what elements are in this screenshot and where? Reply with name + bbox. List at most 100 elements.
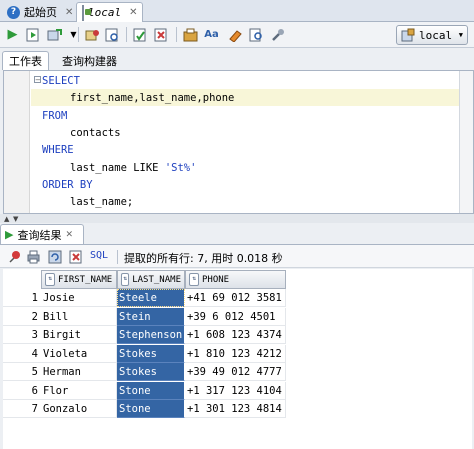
cell-phone[interactable]: +1 608 123 4374 xyxy=(185,326,286,344)
sql-line: last_name; xyxy=(70,196,134,208)
cancel-fetch-icon[interactable] xyxy=(67,247,86,266)
run-script-icon[interactable] xyxy=(23,25,42,44)
cell-last-name[interactable]: Stein xyxy=(117,307,185,326)
cell-phone[interactable]: +1 810 123 4212 xyxy=(185,344,286,363)
cell-last-name[interactable]: Stone xyxy=(117,381,185,400)
close-icon[interactable]: ✕ xyxy=(65,230,73,240)
erase-icon[interactable] xyxy=(225,25,244,44)
to-upper-icon[interactable]: Aa xyxy=(202,25,221,44)
result-toolbar: SQL 提取的所有行: 7, 用时 0.018 秒 xyxy=(0,244,474,268)
table-row[interactable]: 5 Herman Stokes +39 49 012 4777 xyxy=(3,363,286,381)
run-statement-icon[interactable]: ▶ xyxy=(3,25,22,44)
sql-line: first_name,last_name,phone xyxy=(70,92,235,104)
worksheet-toolbar: ▶ ▼ Aa local ▼ xyxy=(0,22,474,48)
cell-last-name[interactable]: Stephenson xyxy=(117,326,185,344)
sql-tuning-icon[interactable] xyxy=(152,25,171,44)
worksheet-subtab-bar: 工作表 查询构建器 xyxy=(0,50,474,70)
column-header-phone[interactable]: ⇅ PHONE xyxy=(185,270,286,289)
toolbar-separator xyxy=(78,27,79,42)
cell-phone[interactable]: +1 317 123 4104 xyxy=(185,381,286,400)
row-number: 4 xyxy=(3,345,41,363)
cell-first-name[interactable]: Gonzalo xyxy=(41,400,117,418)
table-row[interactable]: 6 Flor Stone +1 317 123 4104 xyxy=(3,381,286,400)
cell-first-name[interactable]: Bill xyxy=(41,307,117,326)
toolbar-separator xyxy=(117,250,118,264)
collapse-up-icon[interactable]: ▲ xyxy=(4,215,9,223)
editor-vertical-scrollbar[interactable] xyxy=(459,71,473,213)
sort-icon: ⇅ xyxy=(121,273,130,286)
fold-icon[interactable]: − xyxy=(34,76,41,84)
cell-first-name[interactable]: Flor xyxy=(41,381,117,400)
sql-line: FROM xyxy=(42,110,68,122)
cell-phone[interactable]: +41 69 012 3581 xyxy=(185,289,286,307)
sql-line: last_name LIKE 'St%' xyxy=(70,162,197,174)
sort-icon: ⇅ xyxy=(189,273,199,286)
row-number: 3 xyxy=(3,326,41,344)
close-icon[interactable]: ✕ xyxy=(65,7,73,18)
sql-history-icon[interactable] xyxy=(181,25,200,44)
row-number: 1 xyxy=(3,289,41,307)
autotrace-icon[interactable] xyxy=(103,25,122,44)
tab-worksheet-label: 工作表 xyxy=(9,55,42,68)
tab-local-label: local xyxy=(88,6,122,19)
row-number: 2 xyxy=(3,308,41,326)
refresh-icon[interactable] xyxy=(46,247,65,266)
table-row[interactable]: 4 Violeta Stokes +1 810 123 4212 xyxy=(3,344,286,363)
print-icon[interactable] xyxy=(24,247,43,266)
sql-link[interactable]: SQL xyxy=(90,250,108,261)
tab-query-builder[interactable]: 查询构建器 xyxy=(56,51,123,70)
column-header-last-name[interactable]: ⇅ LAST_NAME xyxy=(117,270,185,289)
tab-query-result[interactable]: ▶ 查询结果 ✕ xyxy=(0,224,84,244)
column-header-first-name[interactable]: ⇅ FIRST_NAME xyxy=(41,270,117,289)
toolbar-separator xyxy=(176,27,177,42)
sort-icon: ⇅ xyxy=(45,273,55,286)
cell-phone[interactable]: +39 6 012 4501 xyxy=(185,307,286,326)
tab-worksheet[interactable]: 工作表 xyxy=(2,51,49,70)
rollback-icon[interactable] xyxy=(82,25,101,44)
document-tab-bar: ? 起始页 ✕ local ✕ xyxy=(0,0,474,22)
cell-last-name[interactable]: Steele xyxy=(117,289,185,307)
tab-query-result-label: 查询结果 xyxy=(17,228,62,242)
tab-start-page-label: 起始页 xyxy=(24,6,57,19)
tab-start-page[interactable]: ? 起始页 ✕ xyxy=(2,2,78,22)
cell-last-name[interactable]: Stokes xyxy=(117,363,185,381)
tab-local-worksheet[interactable]: local ✕ xyxy=(76,2,143,22)
database-icon xyxy=(401,28,415,42)
tools-icon[interactable] xyxy=(268,25,287,44)
close-icon[interactable]: ✕ xyxy=(129,7,137,18)
pin-icon[interactable] xyxy=(4,247,23,266)
row-number: 7 xyxy=(3,400,41,418)
panel-splitter[interactable]: ▲ ▼ xyxy=(0,214,474,223)
connection-select[interactable]: local ▼ xyxy=(396,25,468,45)
table-row[interactable]: 1 Josie Steele +41 69 012 3581 xyxy=(3,289,286,307)
cell-first-name[interactable]: Birgit xyxy=(41,326,117,344)
collapse-down-icon[interactable]: ▼ xyxy=(13,215,18,223)
commit-icon[interactable] xyxy=(45,25,64,44)
cell-last-name[interactable]: Stokes xyxy=(117,344,185,363)
cell-first-name[interactable]: Violeta xyxy=(41,344,117,363)
sql-line: WHERE xyxy=(42,144,74,156)
sql-line: contacts xyxy=(70,127,121,139)
sql-editor[interactable]: − SELECT first_name,last_name,phone FROM… xyxy=(3,70,474,214)
table-row[interactable]: 2 Bill Stein +39 6 012 4501 xyxy=(3,307,286,326)
find-icon[interactable] xyxy=(247,25,266,44)
cell-last-name[interactable]: Stone xyxy=(117,400,185,418)
cell-phone[interactable]: +1 301 123 4814 xyxy=(185,400,286,418)
cell-first-name[interactable]: Herman xyxy=(41,363,117,381)
sql-line: SELECT xyxy=(42,75,80,87)
chevron-down-icon[interactable]: ▼ xyxy=(64,25,83,44)
table-row[interactable]: 7 Gonzalo Stone +1 301 123 4814 xyxy=(3,400,286,418)
row-number: 5 xyxy=(3,363,41,381)
start-page-icon: ? xyxy=(7,5,20,19)
tab-query-builder-label: 查询构建器 xyxy=(62,54,117,68)
editor-gutter xyxy=(4,71,30,213)
cell-first-name[interactable]: Josie xyxy=(41,289,117,307)
toolbar-separator xyxy=(126,27,127,42)
chevron-down-icon: ▼ xyxy=(458,31,463,39)
sql-worksheet-icon xyxy=(82,4,91,21)
cell-phone[interactable]: +39 49 012 4777 xyxy=(185,363,286,381)
result-grid[interactable]: ⇅ FIRST_NAME ⇅ LAST_NAME ⇅ PHONE 1 Josie S… xyxy=(3,269,472,449)
explain-plan-icon[interactable] xyxy=(131,25,150,44)
connection-name: local xyxy=(419,28,453,42)
table-row[interactable]: 3 Birgit Stephenson +1 608 123 4374 xyxy=(3,326,286,344)
